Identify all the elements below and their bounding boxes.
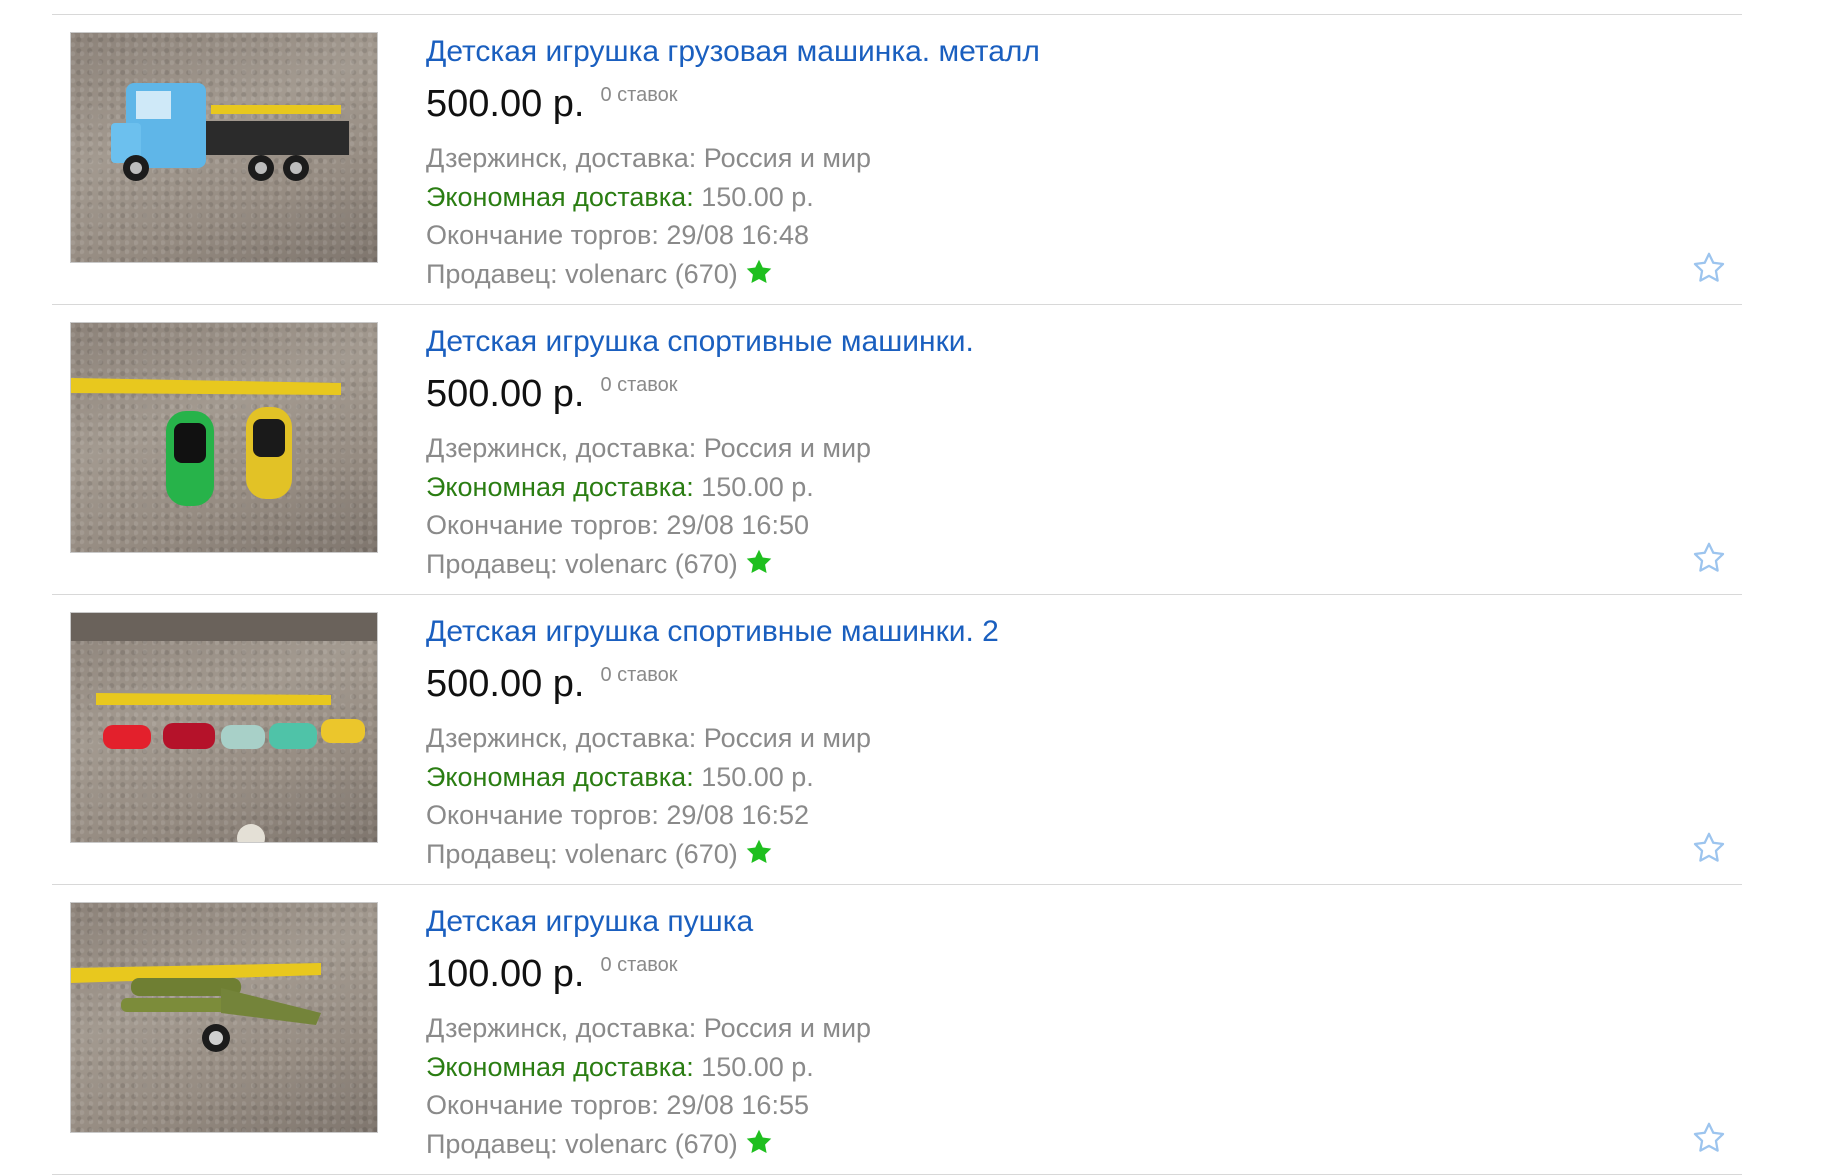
price-row: 500.00 р. 0 ставок [426,372,974,416]
listing-results: Детская игрушка грузовая машинка. металл… [52,14,1742,1175]
listing-shipping: Экономная доставка: 150.00 р. [426,1048,871,1087]
star-outline-icon[interactable] [1692,541,1726,575]
listing-thumbnail[interactable] [70,32,378,263]
listing-meta: Дзержинск, доставка: Россия и мир Эконом… [426,1009,871,1163]
shipping-label: Экономная доставка: [426,181,694,212]
star-outline-icon[interactable] [1692,1121,1726,1155]
seller-info: Продавец: volenarc (670) [426,548,738,579]
bid-count: 0 ставок [600,84,678,106]
shipping-label: Экономная доставка: [426,471,694,502]
green-star-icon [746,549,771,573]
listing-item: Детская игрушка пушка 100.00 р. 0 ставок… [52,885,1742,1175]
shipping-label: Экономная доставка: [426,761,694,792]
listing-location: Дзержинск, доставка: Россия и мир [426,1013,872,1043]
shipping-price: 150.00 р. [693,1051,814,1082]
shipping-price: 150.00 р. [693,761,814,792]
listing-meta: Дзержинск, доставка: Россия и мир Эконом… [426,429,974,583]
listing-location: Дзержинск, доставка: Россия и мир [426,433,872,463]
listing-price: 500.00 р. [426,663,585,705]
listing-title-link[interactable]: Детская игрушка грузовая машинка. металл [426,34,1040,70]
green-star-icon [746,1129,771,1153]
listing-shipping: Экономная доставка: 150.00 р. [426,468,974,507]
listing-price: 100.00 р. [426,953,585,995]
seller-info: Продавец: volenarc (670) [426,258,738,289]
listing-details: Детская игрушка спортивные машинки. 500.… [426,324,974,583]
listing-title-link[interactable]: Детская игрушка пушка [426,904,871,940]
shipping-price: 150.00 р. [693,471,814,502]
listing-details: Детская игрушка спортивные машинки. 2 50… [426,614,999,873]
listing-meta: Дзержинск, доставка: Россия и мир Эконом… [426,719,999,873]
listing-location: Дзержинск, доставка: Россия и мир [426,723,872,753]
listing-item: Детская игрушка спортивные машинки. 500.… [52,305,1742,595]
listing-seller: Продавец: volenarc (670) [426,835,999,874]
listing-details: Детская игрушка грузовая машинка. металл… [426,34,1040,293]
listing-thumbnail[interactable] [70,322,378,553]
price-row: 100.00 р. 0 ставок [426,952,871,996]
listing-meta: Дзержинск, доставка: Россия и мир Эконом… [426,139,1040,293]
star-outline-icon[interactable] [1692,831,1726,865]
listing-thumbnail[interactable] [70,612,378,843]
listing-end-time: Окончание торгов: 29/08 16:55 [426,1090,809,1120]
listing-end-time: Окончание торгов: 29/08 16:52 [426,800,809,830]
seller-info: Продавец: volenarc (670) [426,1128,738,1159]
green-star-icon [746,259,771,283]
listing-seller: Продавец: volenarc (670) [426,545,974,584]
listing-seller: Продавец: volenarc (670) [426,255,1040,294]
star-outline-icon[interactable] [1692,251,1726,285]
shipping-price: 150.00 р. [693,181,814,212]
bid-count: 0 ставок [600,374,678,396]
listing-price: 500.00 р. [426,373,585,415]
listing-shipping: Экономная доставка: 150.00 р. [426,758,999,797]
seller-info: Продавец: volenarc (670) [426,838,738,869]
listing-title-link[interactable]: Детская игрушка спортивные машинки. 2 [426,614,999,650]
listing-end-time: Окончание торгов: 29/08 16:50 [426,510,809,540]
listing-item: Детская игрушка грузовая машинка. металл… [52,15,1742,305]
bid-count: 0 ставок [600,954,678,976]
listing-shipping: Экономная доставка: 150.00 р. [426,178,1040,217]
listing-seller: Продавец: volenarc (670) [426,1125,871,1164]
bid-count: 0 ставок [600,664,678,686]
shipping-label: Экономная доставка: [426,1051,694,1082]
price-row: 500.00 р. 0 ставок [426,82,1040,126]
listing-price: 500.00 р. [426,83,585,125]
listing-title-link[interactable]: Детская игрушка спортивные машинки. [426,324,974,360]
listing-details: Детская игрушка пушка 100.00 р. 0 ставок… [426,904,871,1163]
listing-end-time: Окончание торгов: 29/08 16:48 [426,220,809,250]
listing-thumbnail[interactable] [70,902,378,1133]
listing-item: Детская игрушка спортивные машинки. 2 50… [52,595,1742,885]
price-row: 500.00 р. 0 ставок [426,662,999,706]
listing-location: Дзержинск, доставка: Россия и мир [426,143,872,173]
green-star-icon [746,839,771,863]
